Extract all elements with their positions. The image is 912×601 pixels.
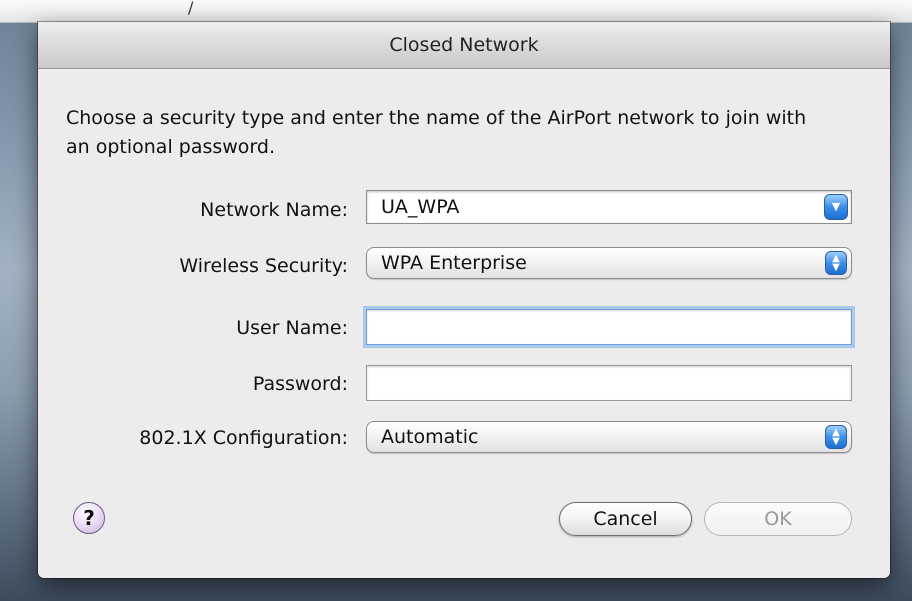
password-field[interactable] — [366, 365, 852, 401]
user-name-input[interactable] — [367, 310, 851, 344]
instructions-text: Choose a security type and enter the nam… — [66, 107, 807, 158]
wireless-security-value: WPA Enterprise — [381, 252, 527, 274]
up-down-arrows-icon: ▲ ▼ — [825, 251, 847, 275]
question-mark-icon: ? — [83, 506, 95, 530]
config-label: 802.1X Configuration: — [139, 427, 348, 449]
up-down-arrows-icon: ▲ ▼ — [825, 425, 847, 449]
dialog-title: Closed Network — [38, 22, 890, 69]
password-input[interactable] — [367, 366, 851, 400]
config-value: Automatic — [381, 426, 479, 448]
password-label: Password: — [252, 373, 348, 395]
closed-network-dialog: Closed Network Choose a security type an… — [38, 22, 890, 578]
help-button[interactable]: ? — [73, 502, 105, 534]
user-name-field[interactable] — [366, 309, 852, 345]
network-name-label: Network Name: — [200, 199, 348, 221]
menu-bar-glyph: / — [188, 0, 194, 17]
wireless-security-popup[interactable]: WPA Enterprise ▲ ▼ — [366, 247, 852, 279]
ok-button[interactable]: OK — [704, 502, 852, 536]
user-name-label: User Name: — [236, 317, 348, 339]
menu-bar: / — [0, 0, 912, 23]
wireless-security-label: Wireless Security: — [179, 255, 348, 277]
network-name-combobox[interactable]: UA_WPA ▼ — [366, 190, 852, 224]
network-name-value: UA_WPA — [381, 196, 460, 218]
cancel-button[interactable]: Cancel — [559, 502, 692, 536]
config-popup[interactable]: Automatic ▲ ▼ — [366, 421, 852, 453]
chevron-down-icon[interactable]: ▼ — [824, 194, 848, 220]
